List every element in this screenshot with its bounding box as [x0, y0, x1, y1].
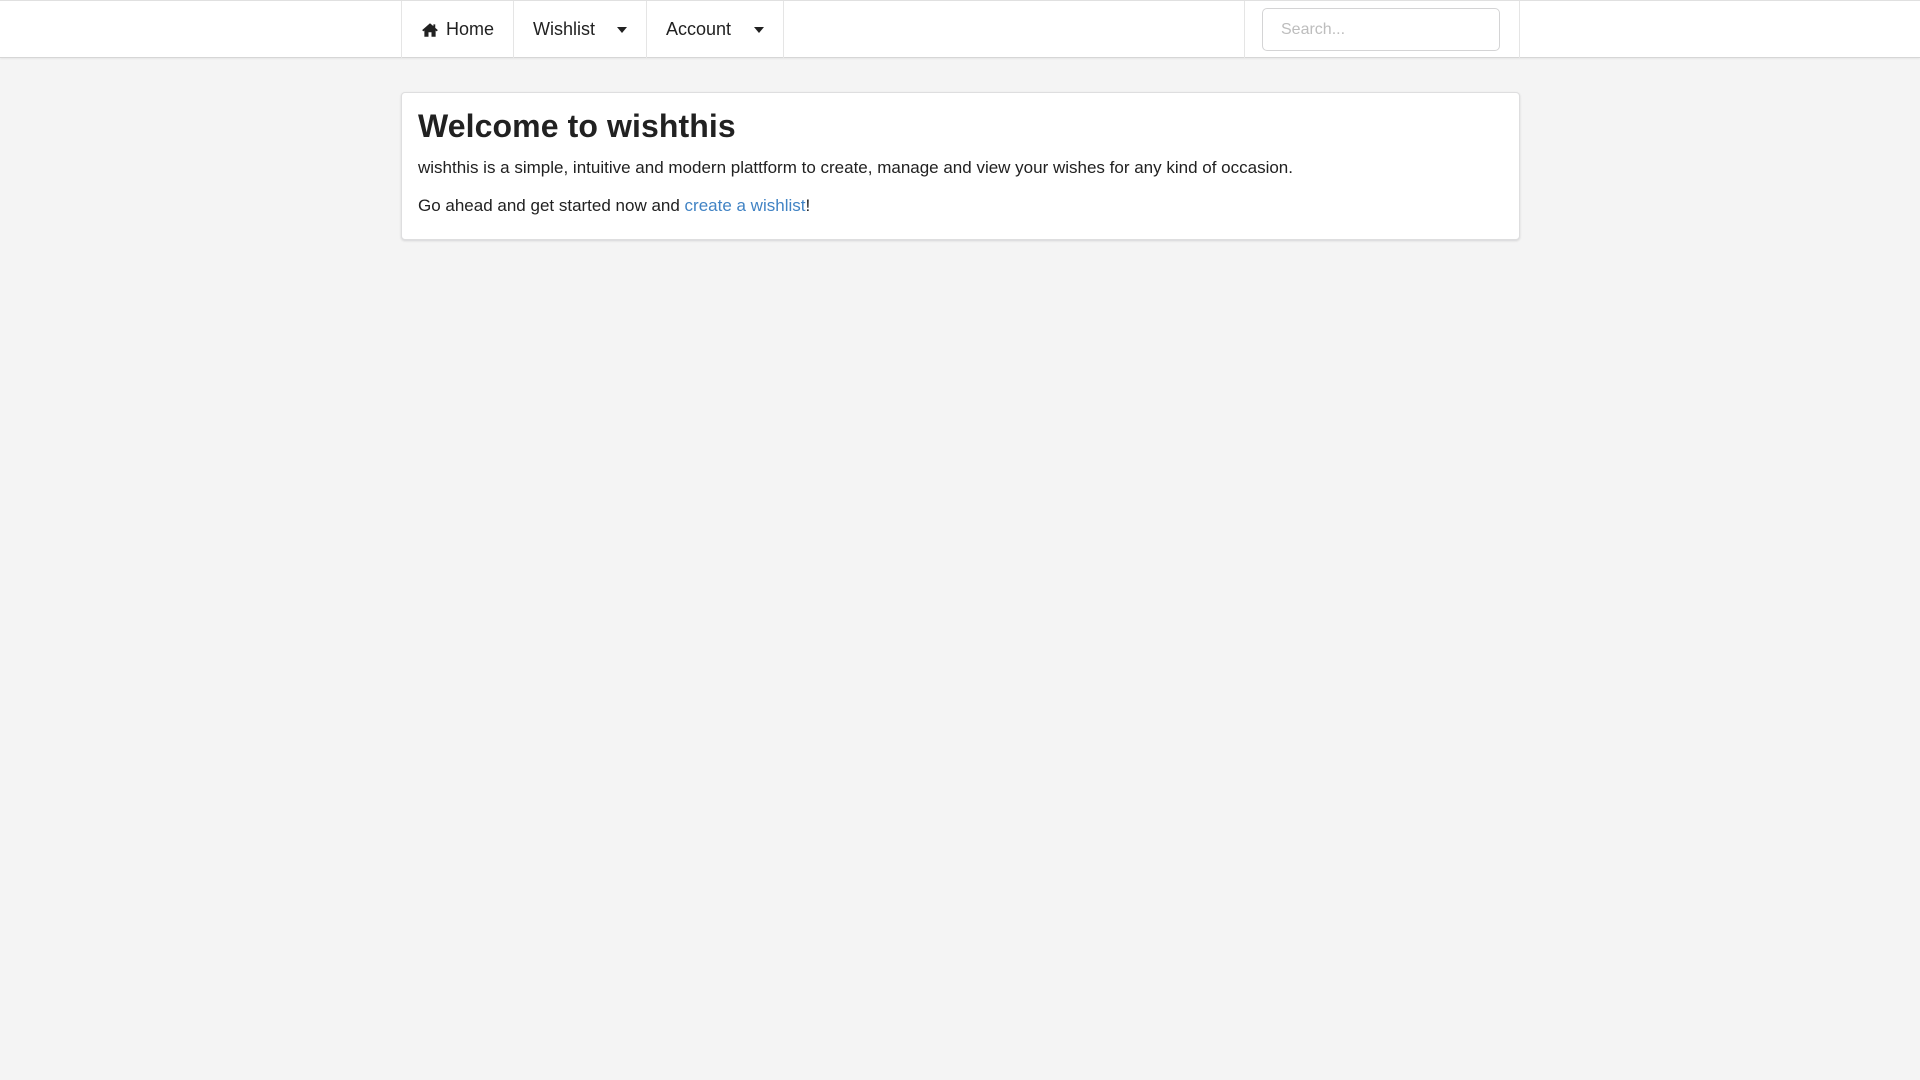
intro-text: wishthis is a simple, intuitive and mode… [418, 157, 1293, 177]
search-input[interactable] [1262, 8, 1500, 51]
top-navigation-bar: Home Wishlist Account [0, 0, 1920, 58]
nav-home-label: Home [446, 19, 495, 39]
nav-account-dropdown[interactable]: Account [647, 1, 785, 58]
nav-account-label: Account [666, 19, 732, 39]
cta-text: Go ahead and get started now and create … [418, 195, 1503, 217]
nav-wishlist-label: Wishlist [533, 19, 596, 39]
nav-home-link[interactable]: Home [402, 1, 515, 58]
welcome-segment: Welcome to wishthis wishthis is a simple… [401, 92, 1520, 240]
create-wishlist-link[interactable]: create a wishlist [685, 196, 806, 215]
nav-wishlist-dropdown[interactable]: Wishlist [514, 1, 648, 58]
home-icon [421, 21, 439, 39]
menu-spacer [784, 1, 1244, 58]
main-menu: Home Wishlist Account [401, 1, 1520, 58]
cta-prefix: Go ahead and get started now and [418, 195, 685, 215]
dropdown-caret-icon [617, 26, 628, 33]
page-title: Welcome to wishthis [418, 108, 736, 144]
dropdown-caret-icon [754, 26, 765, 33]
cta-suffix: ! [805, 195, 811, 215]
search-container [1244, 1, 1519, 58]
